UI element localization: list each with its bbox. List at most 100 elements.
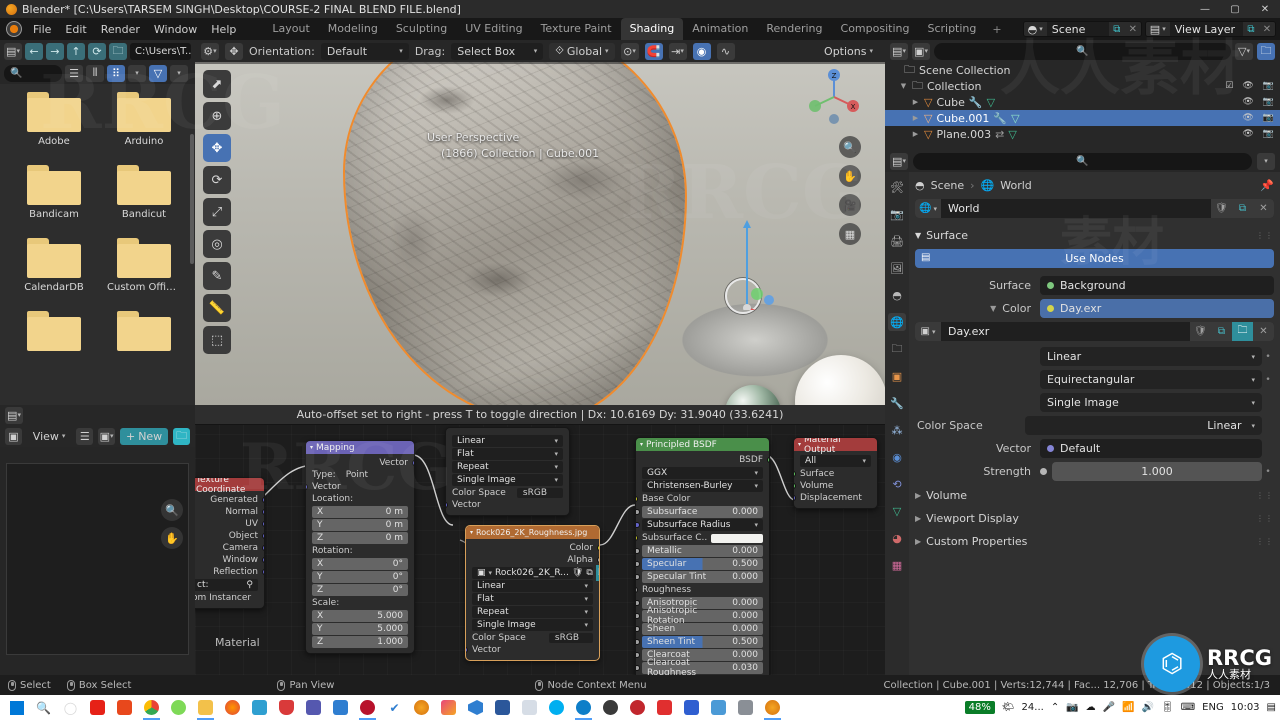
node-header[interactable]: ▾ Mapping: [306, 441, 414, 454]
tab-modeling[interactable]: Modeling: [319, 18, 387, 40]
output-socket[interactable]: [767, 457, 770, 463]
scene-icon[interactable]: ◓▾: [1024, 21, 1047, 37]
scale-x-field[interactable]: X5.000: [312, 610, 408, 622]
orientation-dropdown[interactable]: Default▾: [321, 43, 409, 60]
node-output-row[interactable]: Normal: [195, 506, 264, 518]
image-editor[interactable]: ▤▾ ▣ View▾ ☰ ▣▾ + New 🗀 🔍 ✋: [0, 405, 195, 675]
copy-image-icon[interactable]: ⧉: [1211, 322, 1232, 341]
browser-icon[interactable]: [166, 695, 191, 720]
open-image-icon[interactable]: 🗀: [596, 565, 600, 581]
modifier-wrench-icon[interactable]: 🔧: [969, 96, 983, 109]
display-size-chevron-icon[interactable]: ▾: [128, 65, 146, 82]
camera-tray-icon[interactable]: 📷: [1066, 702, 1078, 713]
output-socket[interactable]: [412, 460, 415, 466]
file-item[interactable]: Custom Offic...: [108, 238, 180, 293]
image-datablock-row[interactable]: ▣ ▾ Rock026_2K_R... 🛡 ⧉ 🗀 ✕: [472, 567, 593, 579]
open-image-icon[interactable]: 🗀: [173, 428, 190, 445]
menu-render[interactable]: Render: [94, 20, 147, 39]
constraint-icon[interactable]: ⇄: [995, 128, 1004, 141]
cortana-circle-icon[interactable]: ◯: [58, 695, 83, 720]
parent-directory-icon[interactable]: ↑: [67, 43, 85, 60]
white-sphere-object[interactable]: [795, 355, 885, 405]
rotation-y-field[interactable]: Y0°: [312, 571, 408, 583]
output-socket[interactable]: [597, 557, 600, 563]
chrome-icon[interactable]: [139, 695, 164, 720]
collapse-triangle-icon[interactable]: ▾: [640, 441, 643, 448]
zoom-icon[interactable]: 🔍: [161, 499, 183, 521]
image-canvas-area[interactable]: [6, 463, 189, 655]
output-socket[interactable]: [262, 497, 265, 503]
kine-icon[interactable]: [679, 695, 704, 720]
image-icon[interactable]: ▣▾: [915, 322, 941, 341]
node-header[interactable]: ▾ Material Output: [794, 438, 877, 451]
scale-y-field[interactable]: Y5.000: [312, 623, 408, 635]
disclosure-icon[interactable]: ▶: [911, 114, 920, 122]
output-socket[interactable]: [262, 521, 265, 527]
word-icon[interactable]: [490, 695, 515, 720]
tab-shading[interactable]: Shading: [621, 18, 684, 40]
collapse-triangle-icon[interactable]: ▶: [915, 514, 921, 523]
pin-icon[interactable]: 📌: [1260, 179, 1274, 192]
close-button[interactable]: ✕: [1250, 0, 1280, 18]
input-socket[interactable]: [465, 647, 468, 653]
file-item[interactable]: CalendarDB: [18, 238, 90, 293]
colorspace-value[interactable]: sRGB: [517, 488, 563, 498]
microphone-tray-icon[interactable]: 🎤: [1103, 702, 1115, 713]
tab-uv-editing[interactable]: UV Editing: [456, 18, 531, 40]
projection-dropdown[interactable]: Equirectangular▾: [1040, 370, 1262, 389]
tab-object-data[interactable]: ▽: [888, 502, 906, 520]
collapse-triangle-icon[interactable]: ▾: [798, 441, 801, 448]
projection-dropdown[interactable]: Flat▾: [472, 593, 593, 605]
collapse-triangle-icon[interactable]: ▾: [470, 529, 473, 536]
directory-path-input[interactable]: C:\Users\T...: [130, 43, 191, 60]
tab-constraints[interactable]: ⟲: [888, 475, 906, 493]
tab-render[interactable]: 📷: [888, 205, 906, 223]
tab-world[interactable]: 🌐: [888, 313, 906, 331]
viewport-canvas[interactable]: [195, 40, 885, 405]
pan-hand-icon[interactable]: ✋: [161, 527, 183, 549]
mesh-data-icon[interactable]: ▽: [1008, 128, 1016, 141]
tab-physics[interactable]: ◉: [888, 448, 906, 466]
minimize-button[interactable]: —: [1190, 0, 1220, 18]
output-socket[interactable]: [262, 509, 265, 515]
environment-image-datablock-row[interactable]: ▣▾ Day.exr 🛡 ⧉ 🗀 ✕: [915, 322, 1274, 341]
node-mapping[interactable]: ▾ Mapping Vector Type: Point Vector Loca…: [305, 440, 415, 654]
teams-icon[interactable]: [301, 695, 326, 720]
node-image-texture-top[interactable]: Linear▾ Flat▾ Repeat▾ Single Image▾ Colo…: [445, 427, 570, 516]
detail-view-icon[interactable]: ⫴: [86, 65, 104, 82]
filter-icon[interactable]: ▽▾: [1235, 43, 1253, 60]
properties-options-chevron-icon[interactable]: ▾: [1257, 153, 1275, 170]
input-sheen[interactable]: Sheen0.000: [642, 623, 763, 635]
properties-search-input[interactable]: 🔍: [913, 153, 1252, 170]
new-viewlayer-button[interactable]: ⧉: [1243, 21, 1259, 37]
node-input-row[interactable]: Vector: [466, 644, 599, 656]
file-item[interactable]: Arduino: [108, 92, 180, 147]
input-socket[interactable]: [635, 561, 640, 567]
outliner-row-scene-collection[interactable]: 🗀 Scene Collection: [885, 62, 1280, 78]
fake-user-shield-icon[interactable]: 🛡: [1190, 322, 1211, 341]
editor-type-properties-icon[interactable]: ▤▾: [890, 153, 908, 170]
image-editor-canvas[interactable]: 🔍 ✋: [0, 447, 195, 675]
animate-dot-icon[interactable]: •: [1262, 375, 1274, 385]
annotate-tool-icon[interactable]: ✎: [203, 262, 231, 290]
input-specular[interactable]: Specular0.500: [642, 558, 763, 570]
node-output-row[interactable]: Generated: [195, 494, 264, 506]
browse-image-icon[interactable]: ▣▾: [98, 428, 115, 445]
image-list-icon[interactable]: ☰: [76, 428, 93, 445]
3d-viewport-editor[interactable]: ▦▾ ▣ Object Mode ▾ View Select Add Objec…: [195, 40, 885, 405]
camera-icon[interactable]: 📷: [1263, 81, 1274, 91]
mesh-data-icon[interactable]: ▽: [1011, 112, 1019, 125]
transform-orientation-dropdown[interactable]: ⟐ Global▾: [549, 43, 614, 60]
input-metallic[interactable]: Metallic0.000: [642, 545, 763, 557]
clock[interactable]: 10:03: [1231, 702, 1260, 713]
proportional-edit-icon[interactable]: ◉: [693, 43, 711, 60]
input-subsurface-radius[interactable]: Subsurface Radius▾: [642, 519, 763, 531]
camera-icon[interactable]: 📷: [1263, 97, 1274, 107]
scene-selector[interactable]: ◓▾ Scene ⧉ ✕: [1023, 21, 1142, 37]
blender-open-icon[interactable]: [760, 695, 785, 720]
tab-tool[interactable]: 🛠: [888, 178, 906, 196]
breadcrumb-world[interactable]: World: [1000, 179, 1032, 192]
snap-magnet-icon[interactable]: 🧲: [645, 43, 663, 60]
tab-output[interactable]: 🖨: [888, 232, 906, 250]
file-item[interactable]: Bandicut: [108, 165, 180, 220]
